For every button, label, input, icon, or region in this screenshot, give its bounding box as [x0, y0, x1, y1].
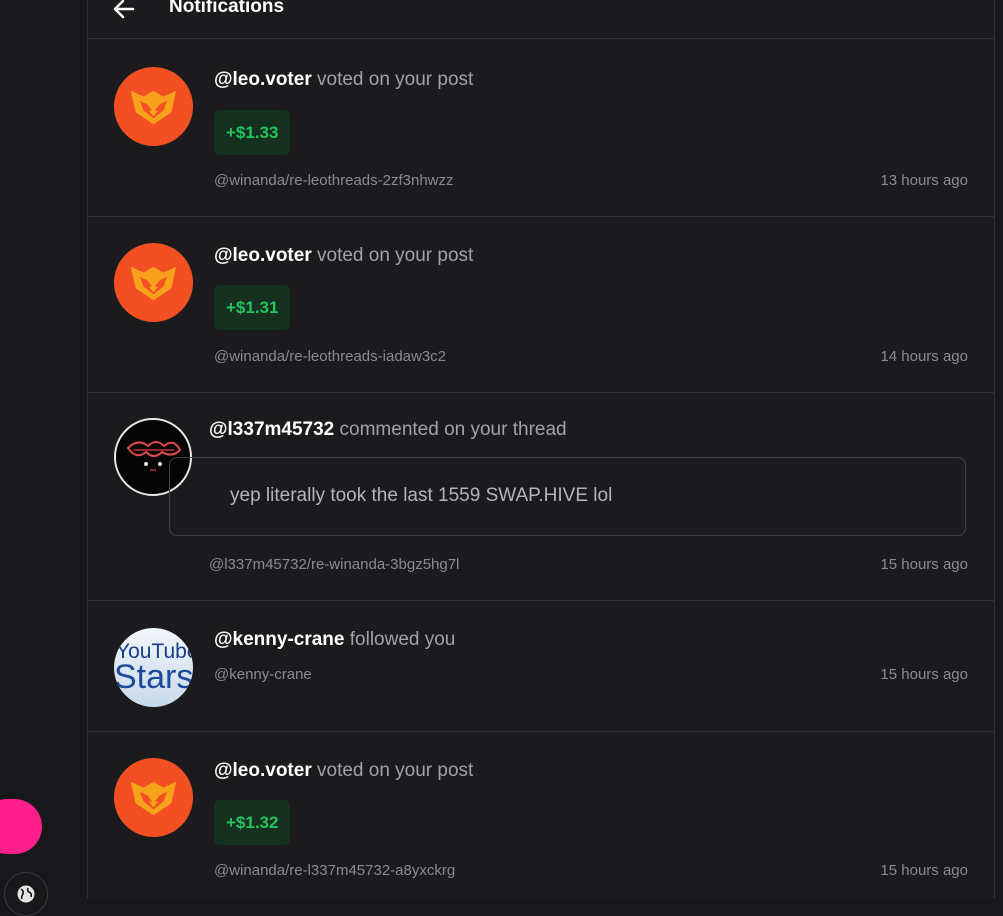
username-link[interactable]: @l337m45732 — [209, 419, 334, 440]
timestamp: 13 hours ago — [880, 172, 968, 189]
action-text: voted on your post — [317, 69, 474, 90]
notification-headline: @leo.voter voted on your post — [214, 245, 473, 267]
avatar-label: Stars — [114, 658, 193, 696]
action-text: voted on your post — [317, 245, 474, 266]
username-link[interactable]: @kenny-crane — [214, 629, 344, 650]
post-link[interactable]: @winanda/re-leothreads-iadaw3c2 — [214, 348, 446, 365]
username-link[interactable]: @leo.voter — [214, 69, 312, 90]
post-link[interactable]: @winanda/re-l337m45732-a8yxckrg — [214, 862, 455, 879]
language-button[interactable] — [4, 872, 48, 916]
notification-item[interactable]: @l337m45732 commented on your thread yep… — [88, 393, 994, 601]
action-text: followed you — [349, 629, 456, 650]
globe-icon — [17, 885, 35, 903]
vote-amount-badge: +$1.33 — [214, 110, 291, 155]
left-rail — [0, 0, 87, 916]
timestamp: 15 hours ago — [880, 862, 968, 879]
timestamp: 15 hours ago — [880, 556, 968, 573]
vote-amount-badge: +$1.32 — [214, 800, 291, 845]
vote-amount-badge: +$1.31 — [214, 285, 291, 330]
youtube-stars-avatar[interactable]: YouTube Stars — [114, 628, 193, 707]
timestamp: 14 hours ago — [880, 348, 968, 365]
action-text: voted on your post — [317, 760, 474, 781]
leo-lion-icon[interactable] — [114, 67, 193, 146]
comment-preview[interactable]: yep literally took the last 1559 SWAP.HI… — [169, 457, 966, 536]
username-link[interactable]: @leo.voter — [214, 245, 312, 266]
notification-headline: @kenny-crane followed you — [214, 629, 455, 651]
notification-item[interactable]: @leo.voter voted on your post +$1.31 @wi… — [88, 217, 994, 393]
notification-headline: @leo.voter voted on your post — [214, 760, 473, 782]
notification-item[interactable]: YouTube Stars @kenny-crane followed you … — [88, 601, 994, 732]
profile-link[interactable]: @kenny-crane — [214, 666, 312, 683]
timestamp: 15 hours ago — [880, 666, 968, 683]
post-link[interactable]: @winanda/re-leothreads-2zf3nhwzz — [214, 172, 454, 189]
comment-text: yep literally took the last 1559 SWAP.HI… — [230, 485, 613, 506]
notification-headline: @l337m45732 commented on your thread — [209, 419, 567, 441]
arrow-left-icon[interactable] — [112, 0, 136, 20]
leo-lion-icon[interactable] — [114, 758, 193, 837]
leo-lion-icon[interactable] — [114, 243, 193, 322]
notifications-panel: Notifications @leo.voter voted on your p… — [87, 0, 995, 898]
notification-item[interactable]: @leo.voter voted on your post +$1.32 @wi… — [88, 732, 994, 898]
compose-button[interactable] — [0, 799, 42, 854]
action-text: commented on your thread — [339, 419, 567, 440]
username-link[interactable]: @leo.voter — [214, 760, 312, 781]
post-link[interactable]: @l337m45732/re-winanda-3bgz5hg7l — [209, 556, 459, 573]
notification-headline: @leo.voter voted on your post — [214, 69, 473, 91]
page-header: Notifications — [88, 0, 994, 39]
page-title: Notifications — [169, 0, 285, 17]
notification-item[interactable]: @leo.voter voted on your post +$1.33 @wi… — [88, 39, 994, 217]
